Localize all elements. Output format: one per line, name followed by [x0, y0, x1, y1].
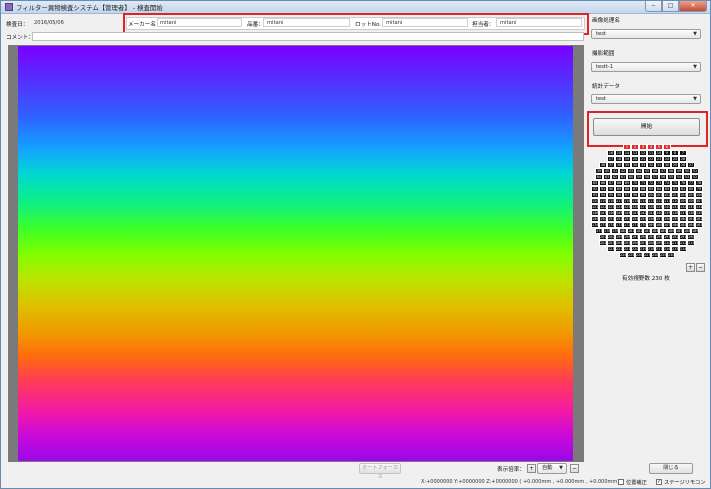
lot-value: mitani: [386, 20, 403, 26]
window-title: フィルター異物検査システム【管理者】 - 検査開始: [16, 4, 163, 12]
product-label: 品番：: [247, 22, 264, 28]
image-processing-label: 画像処理名: [592, 18, 620, 24]
field-cell[interactable]: 225: [627, 252, 635, 258]
field-cell[interactable]: 228: [651, 252, 659, 258]
chevron-down-icon: ▼: [693, 31, 697, 37]
product-value: mitani: [267, 20, 284, 26]
grid-zoom-out-button[interactable]: −: [696, 263, 705, 272]
position-correction-label: 位置補正: [626, 480, 647, 486]
close-button[interactable]: 閉じる: [649, 463, 693, 474]
zoom-in-button[interactable]: +: [527, 464, 536, 473]
capture-range-value: testt-1: [596, 64, 614, 70]
inspection-date-value: 2016/05/06: [34, 20, 64, 26]
image-processing-value: test: [596, 31, 606, 37]
app-icon: [5, 3, 13, 11]
zoom-select[interactable]: 自動 ▼: [537, 463, 567, 474]
maker-value: mitani: [160, 20, 177, 26]
window-controls: ‒ □ ✕: [645, 1, 707, 13]
field-cell[interactable]: 214: [679, 246, 687, 252]
comment-label: コメント：: [6, 35, 34, 41]
zoom-label: 表示倍率：: [497, 467, 525, 473]
maximize-button[interactable]: □: [662, 1, 679, 12]
capture-range-select[interactable]: testt-1 ▼: [591, 62, 701, 72]
stage-remote-label: ステージリモコン: [664, 480, 706, 486]
person-value: mitani: [500, 20, 517, 26]
field-cell[interactable]: 213: [687, 240, 695, 246]
autofocus-button[interactable]: オートフォーカス: [359, 463, 401, 480]
field-cell[interactable]: 229: [659, 252, 667, 258]
image-processing-select[interactable]: test ▼: [591, 29, 701, 39]
close-window-button[interactable]: ✕: [679, 1, 707, 12]
chevron-down-icon: ▼: [693, 64, 697, 70]
field-cell[interactable]: 227: [643, 252, 651, 258]
field-map-grid: 1 2 3 4 5 6 16 15 14 13 12 11 10 9 8 7 17 18 19 20 21 22 23 24 2…: [591, 144, 706, 259]
stats-value: test: [596, 96, 606, 102]
field-cell[interactable]: 230: [667, 252, 675, 258]
field-cell[interactable]: 223: [607, 246, 615, 252]
stage-remote-checkbox[interactable]: ✓: [656, 479, 662, 485]
stats-label: 統計データ: [592, 84, 620, 90]
chevron-down-icon: ▼: [559, 465, 563, 471]
zoom-value: 自動: [542, 465, 553, 471]
app-window: フィルター異物検査システム【管理者】 - 検査開始 ‒ □ ✕ 検査日： 201…: [0, 0, 711, 489]
comment-input[interactable]: [32, 32, 584, 41]
stats-select[interactable]: test ▼: [591, 94, 701, 104]
inspection-date-label: 検査日：: [6, 22, 29, 28]
stage-coordinates: X:+0000000 Y:+0000000 Z:+0000000 ( +0.00…: [421, 479, 620, 485]
start-button[interactable]: 開始: [593, 118, 700, 136]
grid-zoom-in-button[interactable]: +: [686, 263, 695, 272]
field-cell[interactable]: 202: [599, 240, 607, 246]
chevron-down-icon: ▼: [693, 96, 697, 102]
zoom-out-button[interactable]: −: [570, 464, 579, 473]
field-cell[interactable]: 224: [619, 252, 627, 258]
position-correction-checkbox[interactable]: [618, 479, 624, 485]
person-label: 担当者：: [472, 22, 495, 28]
minimize-button[interactable]: ‒: [645, 1, 662, 12]
captured-image: [18, 46, 573, 461]
capture-range-label: 撮影範囲: [592, 51, 615, 57]
field-cell[interactable]: 226: [635, 252, 643, 258]
valid-fields-count: 有効視野数 230 枚: [622, 276, 670, 282]
